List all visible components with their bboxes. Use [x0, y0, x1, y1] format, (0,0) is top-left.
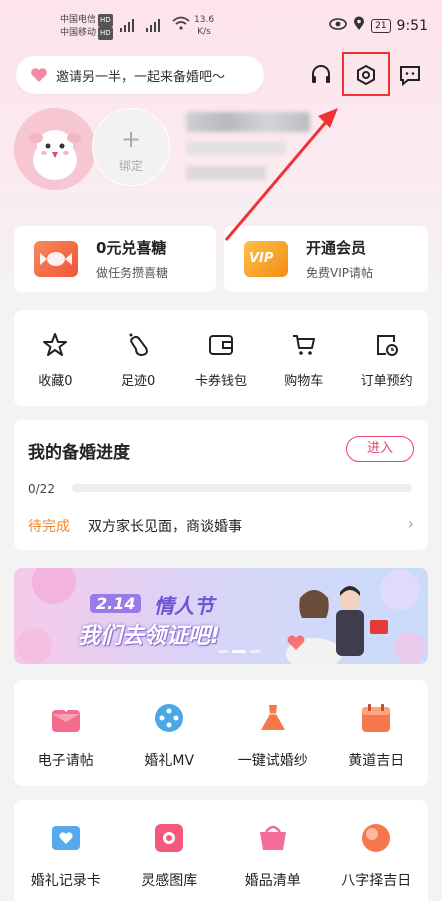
- order-icon: [347, 330, 427, 360]
- annotation-highlight-box: [342, 52, 390, 96]
- footprint-button[interactable]: 足迹0: [98, 330, 178, 389]
- pending-label: 待完成: [28, 519, 70, 535]
- candy-card[interactable]: 0元兑喜糖 做任务攒喜糖: [14, 226, 216, 292]
- speed-unit: K/s: [197, 27, 211, 37]
- lucky-day-label: 黄道吉日: [348, 753, 405, 769]
- avatar[interactable]: [14, 108, 96, 190]
- invite-partner-banner[interactable]: 邀请另一半，一起来备婚吧～: [16, 56, 264, 94]
- carrier-info: 中国电信 HD 中国移动 HD: [60, 14, 113, 40]
- heart-card-icon: [16, 820, 116, 856]
- wifi-icon: [172, 16, 190, 33]
- status-right: 21 9:51: [329, 16, 428, 35]
- wedding-list-button[interactable]: 婚品清单: [223, 820, 323, 890]
- carrier-2: 中国移动: [60, 28, 97, 38]
- calendar-icon: [326, 700, 426, 736]
- record-card-label: 婚礼记录卡: [30, 873, 101, 889]
- wallet-label: 卡券钱包: [194, 374, 247, 389]
- network-speed: 13.6 K/s: [194, 14, 214, 38]
- user-info-blurred: [186, 142, 286, 154]
- wallet-button[interactable]: 卡券钱包: [181, 330, 261, 389]
- carousel-dots: [218, 650, 260, 653]
- progress-bar: [72, 484, 412, 492]
- invitation-icon: [16, 700, 116, 736]
- clock: 9:51: [396, 17, 428, 34]
- cart-button[interactable]: 购物车: [264, 330, 344, 389]
- location-icon: [353, 16, 365, 35]
- pending-task[interactable]: 双方家长见面，商谈婚事: [88, 516, 242, 536]
- orders-label: 订单预约: [360, 374, 413, 389]
- banner-title: 情人节: [154, 594, 214, 618]
- chevron-right-icon[interactable]: ›: [408, 514, 414, 533]
- wedding-mv-button[interactable]: 婚礼MV: [119, 700, 219, 770]
- bind-label: 绑定: [118, 159, 143, 173]
- invite-text: 邀请另一半，一起来备婚吧～: [56, 69, 226, 85]
- plus-icon: +: [120, 125, 142, 153]
- candy-icon: [34, 241, 78, 277]
- footprint-icon: [98, 330, 178, 360]
- progress-title: 我的备婚进度: [28, 443, 130, 463]
- message-icon[interactable]: [393, 58, 427, 92]
- user-info-blurred-2: [186, 166, 266, 180]
- battery-icon: 21: [371, 18, 391, 33]
- banner-date: 2.14: [90, 594, 142, 613]
- gallery-button[interactable]: 灵感图库: [119, 820, 219, 890]
- vip-title: 开通会员: [306, 239, 367, 257]
- cart-label: 购物车: [284, 374, 324, 389]
- heart-icon: [30, 67, 48, 83]
- hd-badge: HD: [98, 14, 113, 27]
- favorites-label: 收藏0: [38, 374, 73, 389]
- tools-grid-1: 电子请帖 婚礼MV 一键试婚纱 黄道吉日: [14, 680, 428, 786]
- wedding-list-label: 婚品清单: [244, 873, 301, 889]
- wallet-icon: [181, 330, 261, 360]
- banner-slogan: 我们去领证吧!: [78, 624, 221, 649]
- eye-icon: [329, 17, 347, 34]
- lucky-day-button[interactable]: 黄道吉日: [326, 700, 426, 770]
- wedding-mv-label: 婚礼MV: [144, 753, 195, 769]
- e-invitation-label: 电子请帖: [37, 753, 94, 769]
- vip-icon: VIP: [244, 241, 288, 277]
- speed-value: 13.6: [194, 15, 215, 25]
- film-icon: [119, 700, 219, 736]
- vip-badge: VIP: [249, 251, 274, 266]
- basket-icon: [223, 820, 323, 856]
- moon-icon: [326, 820, 426, 856]
- candy-title: 0元兑喜糖: [96, 239, 167, 257]
- headset-icon[interactable]: [304, 58, 338, 92]
- signal-icon: [120, 18, 180, 35]
- hd-badge: HD: [98, 27, 113, 40]
- quick-actions: 收藏0 足迹0 卡券钱包 购物车 订单预约: [14, 310, 428, 406]
- tools-grid-2: 婚礼记录卡 灵感图库 婚品清单 八字择吉日: [14, 800, 428, 901]
- cart-icon: [264, 330, 344, 360]
- favorites-button[interactable]: 收藏0: [15, 330, 95, 389]
- progress-fraction: 0/22: [28, 482, 55, 496]
- e-invitation-button[interactable]: 电子请帖: [16, 700, 116, 770]
- gallery-icon: [119, 820, 219, 856]
- try-dress-label: 一键试婚纱: [237, 753, 308, 769]
- bind-partner-button[interactable]: + 绑定: [92, 108, 170, 186]
- try-dress-button[interactable]: 一键试婚纱: [223, 700, 323, 770]
- record-card-button[interactable]: 婚礼记录卡: [16, 820, 116, 890]
- gallery-label: 灵感图库: [141, 873, 198, 889]
- carrier-1: 中国电信: [60, 15, 97, 25]
- candy-subtitle: 做任务攒喜糖: [96, 266, 169, 280]
- bazi-date-button[interactable]: 八字择吉日: [326, 820, 426, 890]
- username-blurred: [186, 112, 310, 132]
- star-icon: [15, 330, 95, 360]
- bazi-date-label: 八字择吉日: [341, 873, 412, 889]
- status-bar: 中国电信 HD 中国移动 HD 13.6 K/s 21 9:51: [0, 0, 442, 56]
- valentine-banner[interactable]: 2.14 情人节 我们去领证吧!: [14, 568, 428, 664]
- wedding-progress-card: 我的备婚进度 进入 0/22 待完成 双方家长见面，商谈婚事 ›: [14, 420, 428, 550]
- vip-card[interactable]: VIP 开通会员 免费VIP请帖: [224, 226, 428, 292]
- enter-button[interactable]: 进入: [346, 436, 414, 462]
- orders-button[interactable]: 订单预约: [347, 330, 427, 389]
- footprint-label: 足迹0: [121, 374, 156, 389]
- dress-icon: [223, 700, 323, 736]
- vip-subtitle: 免费VIP请帖: [306, 266, 373, 280]
